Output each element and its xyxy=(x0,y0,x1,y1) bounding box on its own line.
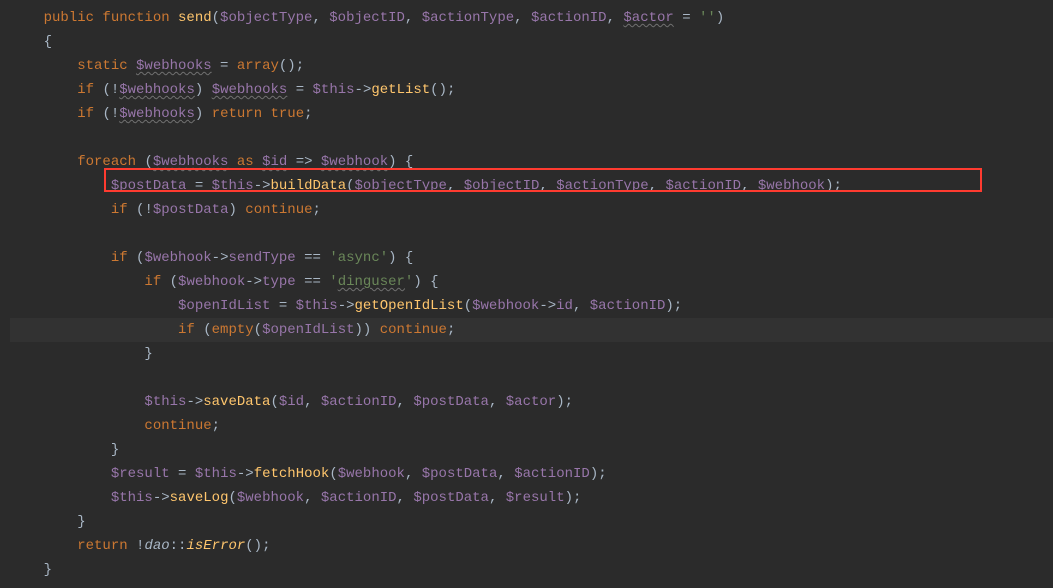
code-line: } xyxy=(10,510,1053,534)
code-line: $openIdList = $this->getOpenIdList($webh… xyxy=(10,294,1053,318)
code-line: foreach ($webhooks as $id => $webhook) { xyxy=(10,150,1053,174)
code-line: $this->saveData($id, $actionID, $postDat… xyxy=(10,390,1053,414)
code-line: if ($webhook->sendType == 'async') { xyxy=(10,246,1053,270)
code-line xyxy=(10,222,1053,246)
code-line: if (!$webhooks) return true; xyxy=(10,102,1053,126)
code-line: static $webhooks = array(); xyxy=(10,54,1053,78)
code-line: } xyxy=(10,342,1053,366)
code-line: } xyxy=(10,438,1053,462)
code-line-current: if (empty($openIdList)) continue; xyxy=(10,318,1053,342)
code-line: return !dao::isError(); xyxy=(10,534,1053,558)
code-editor[interactable]: public function send($objectType, $objec… xyxy=(0,0,1053,588)
code-line: if ($webhook->type == 'dinguser') { xyxy=(10,270,1053,294)
code-line: public function send($objectType, $objec… xyxy=(10,6,1053,30)
code-line: if (!$postData) continue; xyxy=(10,198,1053,222)
code-line xyxy=(10,366,1053,390)
code-line: } xyxy=(10,558,1053,582)
code-line: $this->saveLog($webhook, $actionID, $pos… xyxy=(10,486,1053,510)
code-line-highlighted: $postData = $this->buildData($objectType… xyxy=(10,174,1053,198)
code-line: $result = $this->fetchHook($webhook, $po… xyxy=(10,462,1053,486)
code-line: if (!$webhooks) $webhooks = $this->getLi… xyxy=(10,78,1053,102)
code-line xyxy=(10,126,1053,150)
code-line: { xyxy=(10,30,1053,54)
code-line: continue; xyxy=(10,414,1053,438)
